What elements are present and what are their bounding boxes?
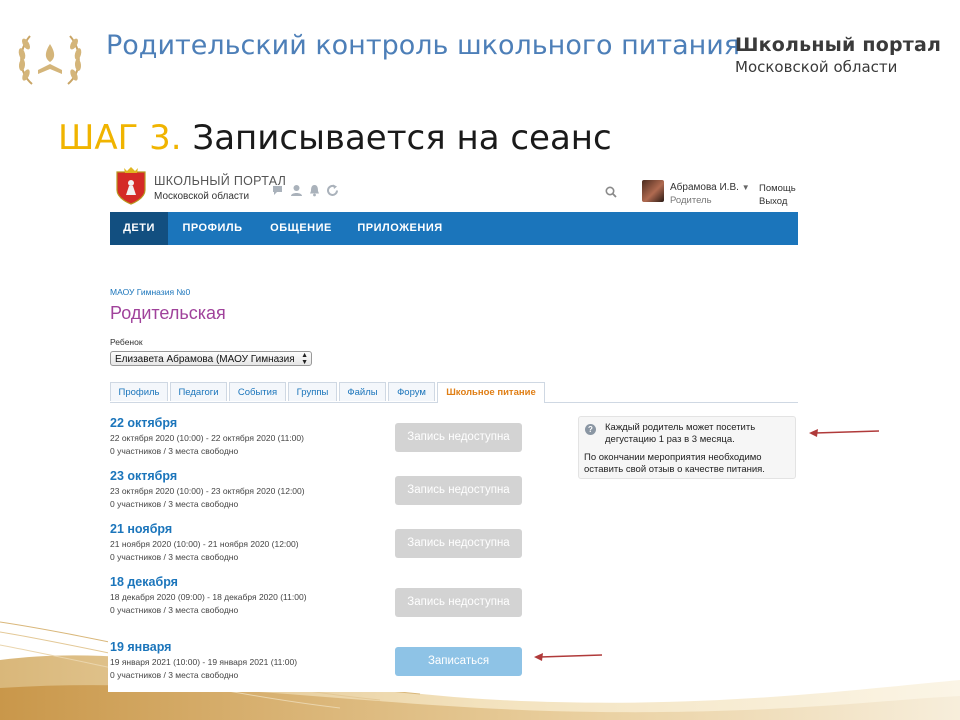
site-name: ШКОЛЬНЫЙ ПОРТАЛ [154,174,287,188]
brand-line2: Московской области [735,58,898,76]
bell-icon[interactable] [308,184,321,197]
nav-item-communication[interactable]: ОБЩЕНИЕ [257,212,345,245]
step-heading: ШАГ 3. Записывается на сеанс [58,118,612,158]
session-date[interactable]: 18 декабря [110,575,320,589]
help-link[interactable]: Помощь [759,183,796,194]
user-role: Родитель [670,195,712,206]
session-seats: 0 участников / 3 места свободно [110,605,239,615]
tab-forum[interactable]: Форум [388,382,435,401]
session-date[interactable]: 22 октября [110,416,320,430]
nav-item-apps[interactable]: ПРИЛОЖЕНИЯ [345,212,455,245]
tab-teachers[interactable]: Педагоги [170,382,227,401]
info-box: ? Каждый родитель может посетить дегуста… [578,416,796,479]
arrow-to-info-icon [809,429,880,437]
session-seats: 0 участников / 3 места свободно [110,446,239,456]
search-icon[interactable] [605,186,617,198]
session-time: 21 ноября 2020 (10:00) - 21 ноября 2020 … [110,539,299,549]
logout-link[interactable]: Выход [759,196,787,207]
caret-down-icon: ▼ [741,183,750,192]
refresh-icon[interactable] [326,184,339,197]
laurel-logo-icon [18,35,82,85]
session-time: 18 декабря 2020 (09:00) - 18 декабря 202… [110,592,307,602]
step-text: Записывается на сеанс [192,118,612,158]
session-seats: 0 участников / 3 места свободно [110,670,239,680]
info-text-visit-limit: Каждый родитель может посетить дегустаци… [605,422,756,445]
site-region: Московской области [154,191,250,202]
session-seats: 0 участников / 3 места свободно [110,552,239,562]
slide-title: Родительский контроль школьного питания [106,30,741,61]
user-icon[interactable] [290,184,303,197]
brand-line1: Школьный портал [735,34,942,56]
info-text-feedback: По окончании мероприятия необходимо оста… [584,452,765,475]
arrow-to-signup-icon [534,653,603,661]
main-nav: ДЕТИ ПРОФИЛЬ ОБЩЕНИЕ ПРИЛОЖЕНИЯ [110,212,798,245]
tab-bar: Профиль Педагоги События Группы Файлы Фо… [110,382,798,403]
session-item: 22 октября 22 октября 2020 (10:00) - 22 … [110,416,320,456]
session-date[interactable]: 19 января [110,640,320,654]
user-name: Абрамова И.В. [670,182,739,193]
tab-profile[interactable]: Профиль [110,382,168,401]
session-item: 18 декабря 18 декабря 2020 (09:00) - 18 … [110,575,320,615]
child-select-value: Елизавета Абрамова (МАОУ Гимназия [115,354,295,365]
signup-unavailable-button[interactable]: Запись недоступна [395,529,522,558]
nav-item-children[interactable]: ДЕТИ [110,212,168,245]
session-item: 19 января 19 января 2021 (10:00) - 19 ян… [110,640,320,680]
session-time: 19 января 2021 (10:00) - 19 января 2021 … [110,657,298,667]
header-icons [272,184,339,197]
avatar[interactable] [642,180,664,202]
child-label: Ребенок [110,337,143,347]
user-menu[interactable]: Абрамова И.В. ▼ [670,182,750,193]
tab-events[interactable]: События [229,382,286,401]
signup-unavailable-button[interactable]: Запись недоступна [395,476,522,505]
breadcrumb[interactable]: МАОУ Гимназия №0 [110,287,190,297]
signup-unavailable-button[interactable]: Запись недоступна [395,423,522,452]
session-date[interactable]: 23 октября [110,469,320,483]
chat-icon[interactable] [272,184,285,197]
session-date[interactable]: 21 ноября [110,522,320,536]
tab-school-meals[interactable]: Школьное питание [437,382,545,403]
session-item: 21 ноября 21 ноября 2020 (10:00) - 21 но… [110,522,320,562]
tab-files[interactable]: Файлы [339,382,386,401]
session-time: 22 октября 2020 (10:00) - 22 октября 202… [110,433,304,443]
step-number: ШАГ 3. [58,118,182,158]
child-select[interactable]: Елизавета Абрамова (МАОУ Гимназия ▲ ▼ [110,351,312,366]
signup-unavailable-button[interactable]: Запись недоступна [395,588,522,617]
tab-groups[interactable]: Группы [288,382,337,401]
signup-button[interactable]: Записаться [395,647,522,676]
session-item: 23 октября 23 октября 2020 (10:00) - 23 … [110,469,320,509]
portal-screenshot: ШКОЛЬНЫЙ ПОРТАЛ Московской области Абрам… [108,162,808,692]
nav-item-profile[interactable]: ПРОФИЛЬ [168,212,257,245]
moscow-region-coat-of-arms-icon [116,167,146,205]
page-title: Родительская [110,303,226,323]
question-icon: ? [585,424,596,435]
session-seats: 0 участников / 3 места свободно [110,499,239,509]
select-arrows-icon: ▲ ▼ [301,352,308,366]
session-time: 23 октября 2020 (10:00) - 23 октября 202… [110,486,305,496]
portal-brand: Школьный портал Московской области [735,34,941,76]
